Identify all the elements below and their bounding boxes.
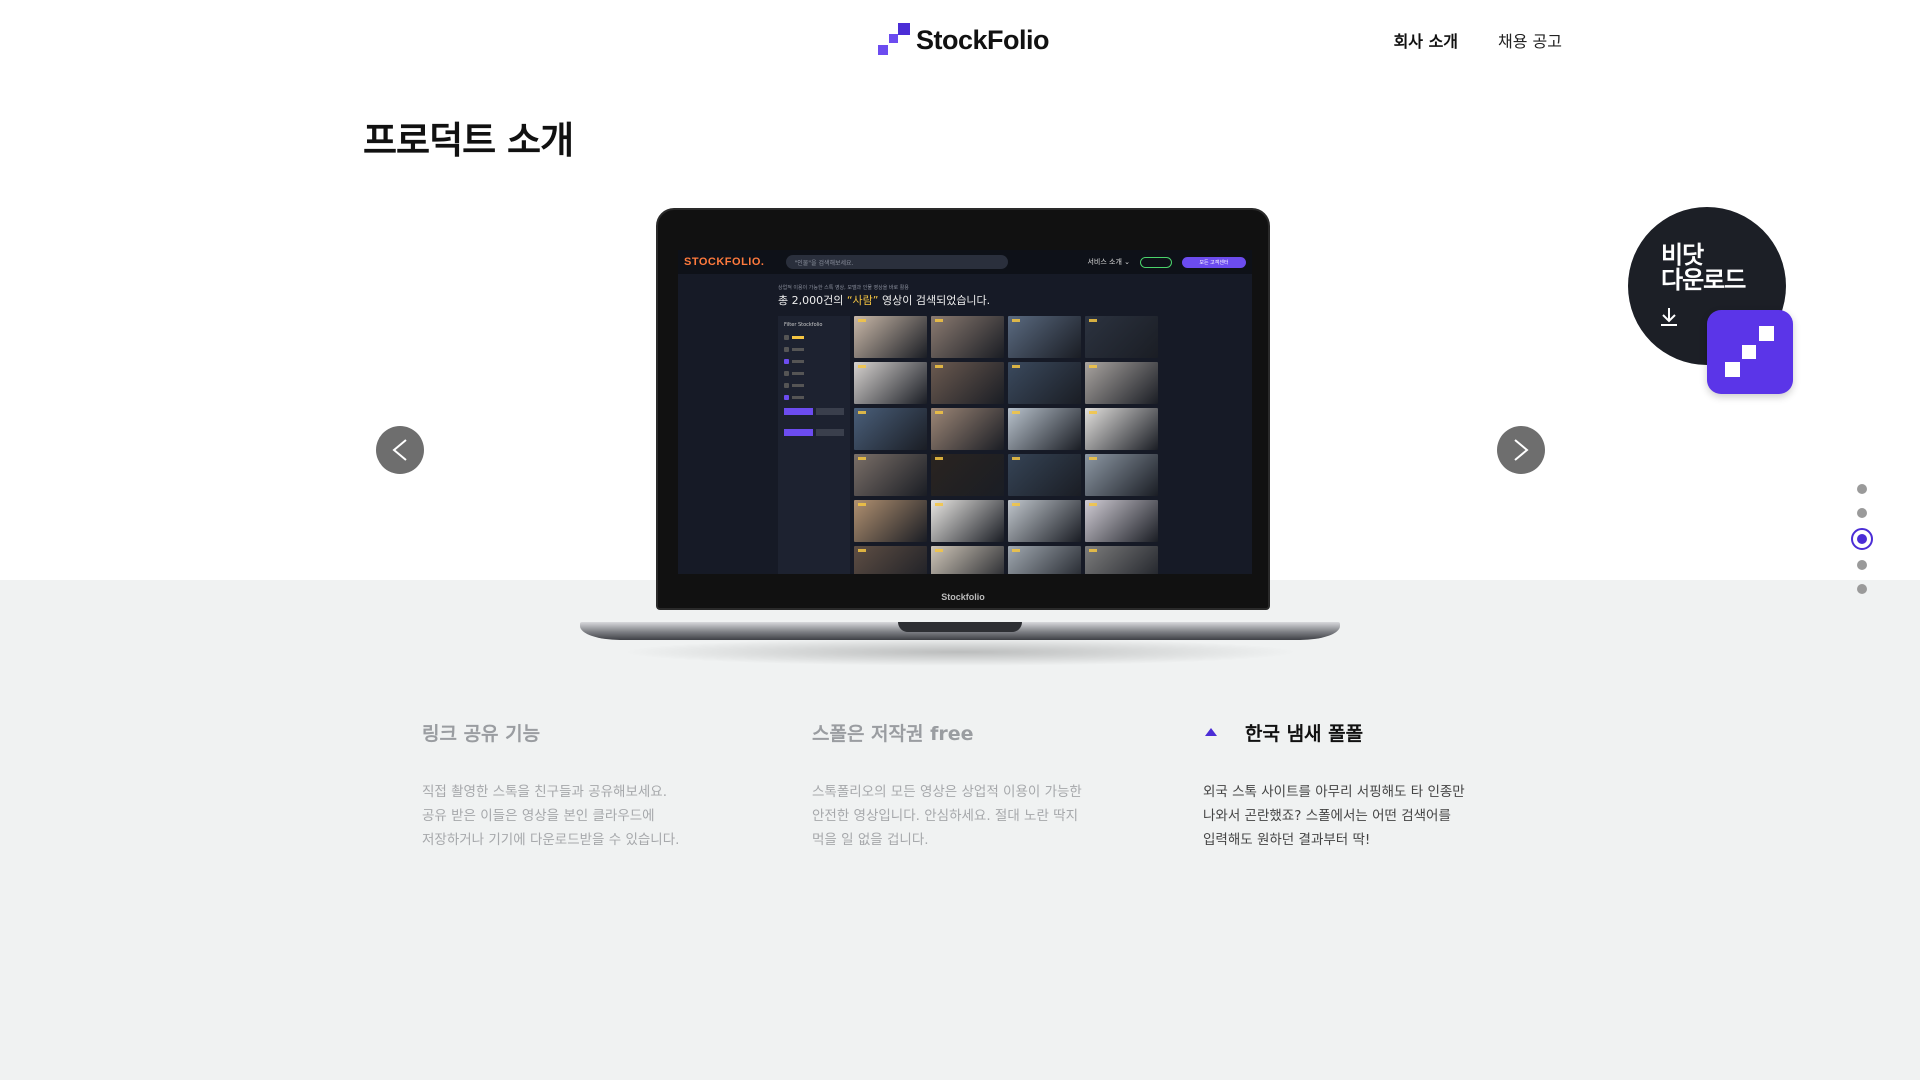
- app-thumbnail: [1008, 316, 1081, 358]
- laptop-brand: Stockfolio: [941, 592, 985, 602]
- section-pagination: [1851, 484, 1873, 608]
- laptop-lid: STOCKFOLIO. "인물"을 검색해보세요. 서비스 소개 ⌄ 모든 고객…: [656, 208, 1270, 610]
- feature-description: 외국 스톡 사이트를 아무리 서핑해도 타 인종만 나와서 곤란했죠? 스폴에서…: [1203, 784, 1465, 848]
- app-thumbnail: [854, 316, 927, 358]
- app-thumbnail: [854, 454, 927, 496]
- feature-link-sharing[interactable]: 링크 공유 기능 직접 촬영한 스톡을 친구들과 공유해보세요. 공유 받은 이…: [422, 718, 742, 852]
- pagination-dot-active[interactable]: [1851, 528, 1873, 550]
- feature-description: 스톡폴리오의 모든 영상은 상업적 이용이 가능한 안전한 영상입니다. 안심하…: [812, 784, 1082, 848]
- laptop-notch: [898, 622, 1022, 632]
- app-thumbnail: [931, 500, 1004, 542]
- chevron-left-icon: [392, 439, 407, 461]
- app-thumbnail: [931, 546, 1004, 574]
- app-subtitle: 상업적 이용이 가능한 스톡 영상, 모델과 인물 영상을 바로 활용: [778, 285, 909, 291]
- app-icon[interactable]: [1707, 310, 1793, 394]
- nav-company-intro[interactable]: 회사 소개: [1394, 28, 1458, 52]
- feature-title: 스폴은 저작권 free: [812, 722, 974, 745]
- download-icon: [1661, 308, 1677, 326]
- chevron-right-icon: [1514, 439, 1529, 461]
- app-thumbnail: [1085, 408, 1158, 450]
- app-logo: STOCKFOLIO.: [684, 256, 765, 268]
- feature-title: 한국 냄새 폴폴: [1203, 718, 1523, 746]
- app-thumbnail: [1008, 362, 1081, 404]
- app-thumbnail: [931, 316, 1004, 358]
- pagination-dot[interactable]: [1857, 584, 1867, 594]
- app-thumbnail-grid: [854, 316, 1160, 574]
- app-thumbnail: [854, 408, 927, 450]
- app-thumbnail: [1085, 362, 1158, 404]
- app-thumbnail: [1008, 454, 1081, 496]
- app-thumbnail: [931, 454, 1004, 496]
- app-menu: 서비스 소개 ⌄: [1087, 258, 1130, 266]
- app-cta: 모든 고객센터: [1182, 256, 1246, 268]
- logo[interactable]: StockFolio: [878, 22, 1050, 58]
- laptop-mockup: STOCKFOLIO. "인물"을 검색해보세요. 서비스 소개 ⌄ 모든 고객…: [580, 208, 1340, 666]
- app-thumbnail: [931, 408, 1004, 450]
- pagination-dot[interactable]: [1857, 560, 1867, 570]
- feature-korean-content[interactable]: 한국 냄새 폴폴 외국 스톡 사이트를 아무리 서핑해도 타 인종만 나와서 곤…: [1203, 718, 1523, 852]
- page-title: 프로덕트 소개: [363, 119, 574, 162]
- feature-description: 직접 촬영한 스톡을 친구들과 공유해보세요. 공유 받은 이들은 영상을 본인…: [422, 784, 680, 848]
- laptop-shadow: [620, 638, 1300, 666]
- app-headline: 총 2,000건의 “사람” 영상이 검색되었습니다.: [778, 294, 991, 307]
- app-thumbnail: [854, 500, 927, 542]
- laptop-screen: STOCKFOLIO. "인물"을 검색해보세요. 서비스 소개 ⌄ 모든 고객…: [678, 250, 1252, 574]
- pagination-dot[interactable]: [1857, 508, 1867, 518]
- logo-text: StockFolio: [916, 24, 1050, 55]
- pagination-dot[interactable]: [1857, 484, 1867, 494]
- feature-copyright-free[interactable]: 스폴은 저작권 free 스톡폴리오의 모든 영상은 상업적 이용이 가능한 안…: [812, 718, 1132, 852]
- app-thumbnail: [1008, 408, 1081, 450]
- app-thumbnail: [931, 362, 1004, 404]
- download-badge-label: 비닷 다운로드: [1661, 241, 1746, 294]
- carousel-next-button[interactable]: [1497, 426, 1545, 474]
- app-thumbnail: [854, 546, 927, 574]
- main-nav: 회사 소개 채용 공고: [1394, 28, 1562, 52]
- feature-title: 링크 공유 기능: [422, 722, 541, 745]
- app-thumbnail: [1008, 500, 1081, 542]
- logo-mark-icon: [878, 23, 910, 57]
- app-thumbnail: [1085, 454, 1158, 496]
- app-thumbnail: [1085, 546, 1158, 574]
- carousel-prev-button[interactable]: [376, 426, 424, 474]
- app-topbar: STOCKFOLIO. "인물"을 검색해보세요. 서비스 소개 ⌄ 모든 고객…: [678, 250, 1252, 274]
- app-filter-title: Filter Stockfolio: [784, 322, 823, 328]
- app-thumbnail: [1085, 316, 1158, 358]
- app-thumbnail: [1008, 546, 1081, 574]
- app-filter-sidebar: Filter Stockfolio: [778, 316, 850, 574]
- app-thumbnail: [854, 362, 927, 404]
- app-thumbnail: [1085, 500, 1158, 542]
- nav-job-postings[interactable]: 채용 공고: [1498, 28, 1562, 52]
- caret-up-icon: [1205, 728, 1217, 736]
- app-toggle: [1140, 256, 1172, 268]
- app-search-input: "인물"을 검색해보세요.: [786, 255, 1009, 269]
